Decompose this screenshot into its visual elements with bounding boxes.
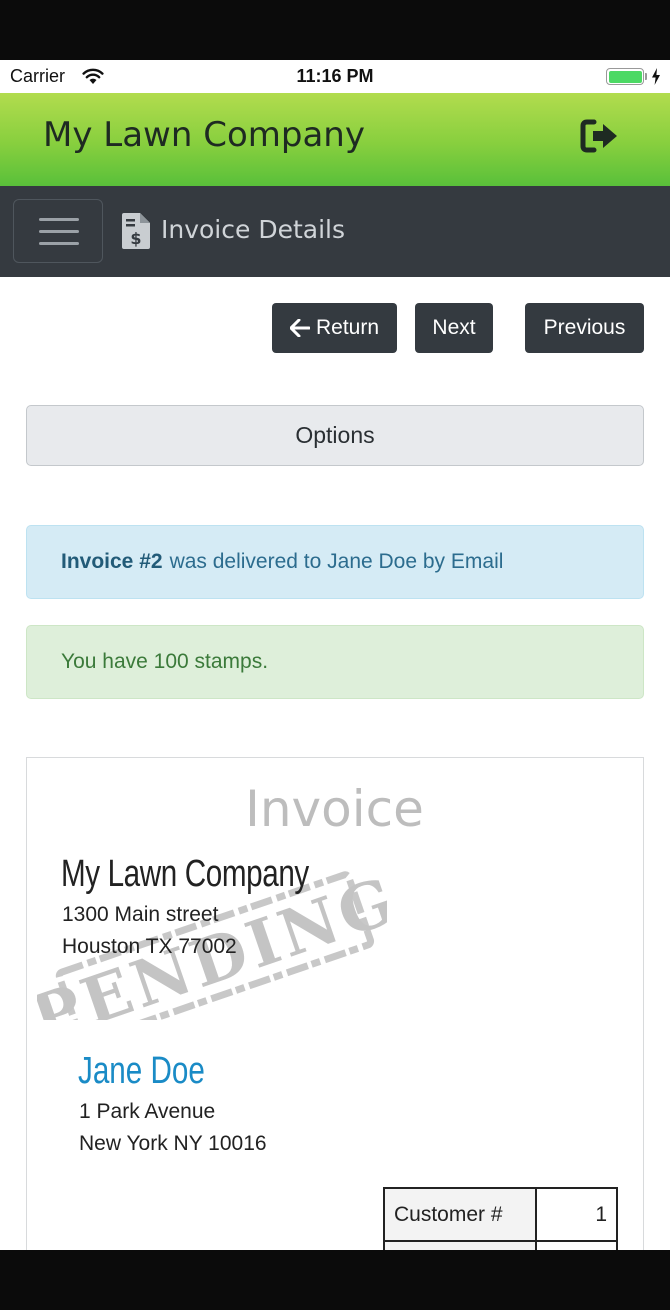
previous-label: Previous — [543, 316, 626, 339]
hamburger-line — [39, 218, 79, 221]
invoice-details-table: Customer # 1 — [383, 1187, 618, 1250]
menu-toggle-button[interactable] — [13, 199, 103, 263]
invoice-document-icon: $ — [122, 213, 150, 249]
client-name[interactable]: Jane Doe — [78, 1050, 205, 1093]
app-title: My Lawn Company — [43, 115, 365, 155]
options-button[interactable]: Options — [26, 405, 644, 466]
arrow-left-icon — [289, 319, 310, 337]
customer-number-label: Customer # — [383, 1187, 537, 1242]
charging-bolt-icon — [652, 68, 660, 85]
customer-number-value: 1 — [535, 1187, 618, 1242]
page-title: Invoice Details — [161, 215, 345, 244]
battery-tip — [645, 73, 647, 80]
battery-icon — [606, 68, 644, 85]
table-cell — [383, 1240, 537, 1250]
app-screen: Carrier 11:16 PM My Lawn Company $ Invoi… — [0, 60, 670, 1250]
hamburger-line — [39, 242, 79, 245]
table-cell — [535, 1240, 618, 1250]
sign-out-icon[interactable] — [580, 119, 620, 153]
bottom-bezel — [0, 1250, 670, 1310]
stamps-message: You have 100 stamps. — [61, 650, 269, 673]
stamps-alert: You have 100 stamps. — [26, 625, 644, 699]
table-row: Customer # 1 — [383, 1187, 618, 1242]
invoice-card: Invoice PENDING My Lawn Company 1300 Mai… — [26, 757, 644, 1250]
next-button[interactable]: Next — [415, 303, 493, 353]
delivery-alert: Invoice #2 was delivered to Jane Doe by … — [26, 525, 644, 599]
delivery-message: was delivered to Jane Doe by Email — [169, 550, 504, 573]
company-street: 1300 Main street — [62, 903, 219, 926]
hamburger-line — [39, 230, 79, 233]
client-street: 1 Park Avenue — [79, 1100, 216, 1123]
company-city: Houston TX 77002 — [62, 935, 237, 958]
return-button[interactable]: Return — [272, 303, 397, 353]
invoice-heading: Invoice — [245, 780, 424, 838]
invoice-number: Invoice #2 — [61, 550, 163, 573]
nav-bar: $ Invoice Details — [0, 186, 670, 277]
status-bar: Carrier 11:16 PM — [0, 60, 670, 93]
app-header: My Lawn Company — [0, 93, 670, 186]
previous-button[interactable]: Previous — [525, 303, 644, 353]
top-bezel — [0, 0, 670, 60]
company-name: My Lawn Company — [61, 853, 309, 895]
return-label: Return — [315, 316, 380, 339]
client-city: New York NY 10016 — [79, 1132, 267, 1155]
svg-text:$: $ — [130, 229, 141, 248]
table-row — [383, 1240, 618, 1250]
clock: 11:16 PM — [296, 66, 374, 86]
options-label: Options — [295, 422, 375, 448]
next-label: Next — [432, 316, 476, 339]
